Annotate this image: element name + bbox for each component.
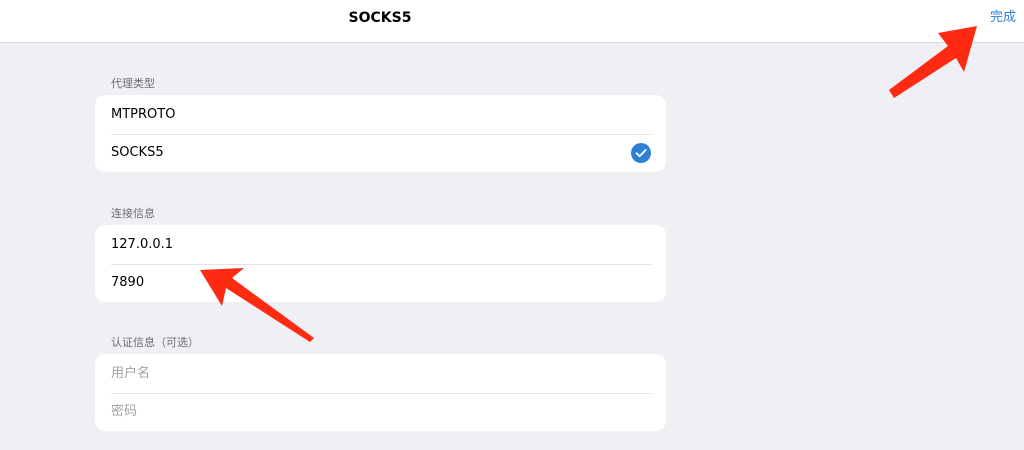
proxy-option-socks5[interactable]: SOCKS5	[95, 133, 666, 173]
done-button[interactable]: 完成	[990, 0, 1016, 36]
port-row	[95, 263, 666, 303]
section-header-proxy-type: 代理类型	[111, 77, 155, 90]
password-row	[95, 392, 666, 432]
connection-group	[95, 225, 666, 302]
checkmark-circle-icon	[631, 142, 651, 163]
proxy-option-mtproto[interactable]: MTPROTO	[95, 95, 666, 134]
server-row	[95, 225, 666, 264]
section-header-connection: 连接信息	[111, 207, 155, 220]
username-input[interactable]	[111, 365, 631, 381]
password-input[interactable]	[111, 404, 631, 420]
username-row	[95, 354, 666, 393]
auth-group	[95, 354, 666, 431]
proxy-option-label: SOCKS5	[111, 145, 164, 161]
server-input[interactable]	[111, 236, 631, 252]
navigation-bar: SOCKS5 完成	[0, 0, 1024, 43]
port-input[interactable]	[111, 275, 631, 291]
page-title: SOCKS5	[348, 10, 412, 26]
proxy-type-group: MTPROTO SOCKS5	[95, 95, 666, 172]
section-header-auth: 认证信息（可选）	[111, 336, 199, 349]
proxy-option-label: MTPROTO	[111, 106, 176, 122]
